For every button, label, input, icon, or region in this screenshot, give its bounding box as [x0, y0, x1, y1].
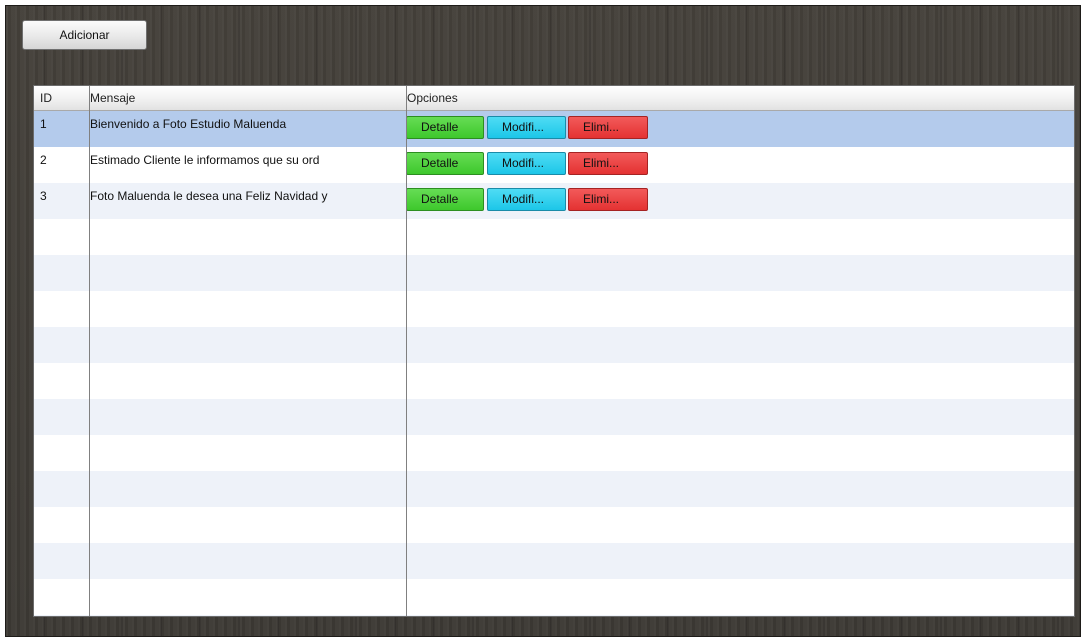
- empty-row: [34, 327, 1074, 363]
- detail-button[interactable]: Detalle: [406, 152, 484, 175]
- column-divider: [406, 86, 407, 616]
- add-button[interactable]: Adicionar: [22, 20, 147, 50]
- detail-button[interactable]: Detalle: [406, 188, 484, 211]
- modify-button[interactable]: Modifi...: [487, 152, 566, 175]
- row-id: 3: [40, 189, 47, 203]
- messages-table: ID Mensaje Opciones 1 Bienvenido a Foto …: [33, 85, 1075, 617]
- modify-button[interactable]: Modifi...: [487, 116, 566, 139]
- table-row[interactable]: 1 Bienvenido a Foto Estudio Maluenda Det…: [34, 111, 1074, 147]
- table-row[interactable]: 3 Foto Maluenda le desea una Feliz Navid…: [34, 183, 1074, 219]
- empty-row: [34, 255, 1074, 291]
- table-header: ID Mensaje Opciones: [34, 86, 1074, 111]
- row-id: 1: [40, 117, 47, 131]
- empty-row: [34, 471, 1074, 507]
- row-message: Foto Maluenda le desea una Feliz Navidad…: [90, 189, 328, 203]
- empty-row: [34, 507, 1074, 543]
- table-body: 1 Bienvenido a Foto Estudio Maluenda Det…: [34, 111, 1074, 616]
- main-window: Adicionar ID Mensaje Opciones 1 Bienveni…: [5, 5, 1081, 637]
- header-message[interactable]: Mensaje: [84, 86, 400, 110]
- row-id: 2: [40, 153, 47, 167]
- header-id[interactable]: ID: [34, 86, 83, 110]
- empty-row: [34, 291, 1074, 327]
- column-divider: [89, 86, 90, 616]
- table-row[interactable]: 2 Estimado Cliente le informamos que su …: [34, 147, 1074, 183]
- detail-button[interactable]: Detalle: [406, 116, 484, 139]
- delete-button[interactable]: Elimi...: [568, 188, 648, 211]
- row-message: Estimado Cliente le informamos que su or…: [90, 153, 320, 167]
- header-options[interactable]: Opciones: [401, 86, 1071, 110]
- modify-button[interactable]: Modifi...: [487, 188, 566, 211]
- empty-row: [34, 543, 1074, 579]
- delete-button[interactable]: Elimi...: [568, 152, 648, 175]
- delete-button[interactable]: Elimi...: [568, 116, 648, 139]
- empty-row: [34, 363, 1074, 399]
- row-message: Bienvenido a Foto Estudio Maluenda: [90, 117, 287, 131]
- empty-row: [34, 615, 1074, 616]
- empty-row: [34, 219, 1074, 255]
- empty-row: [34, 399, 1074, 435]
- empty-row: [34, 435, 1074, 471]
- empty-row: [34, 579, 1074, 615]
